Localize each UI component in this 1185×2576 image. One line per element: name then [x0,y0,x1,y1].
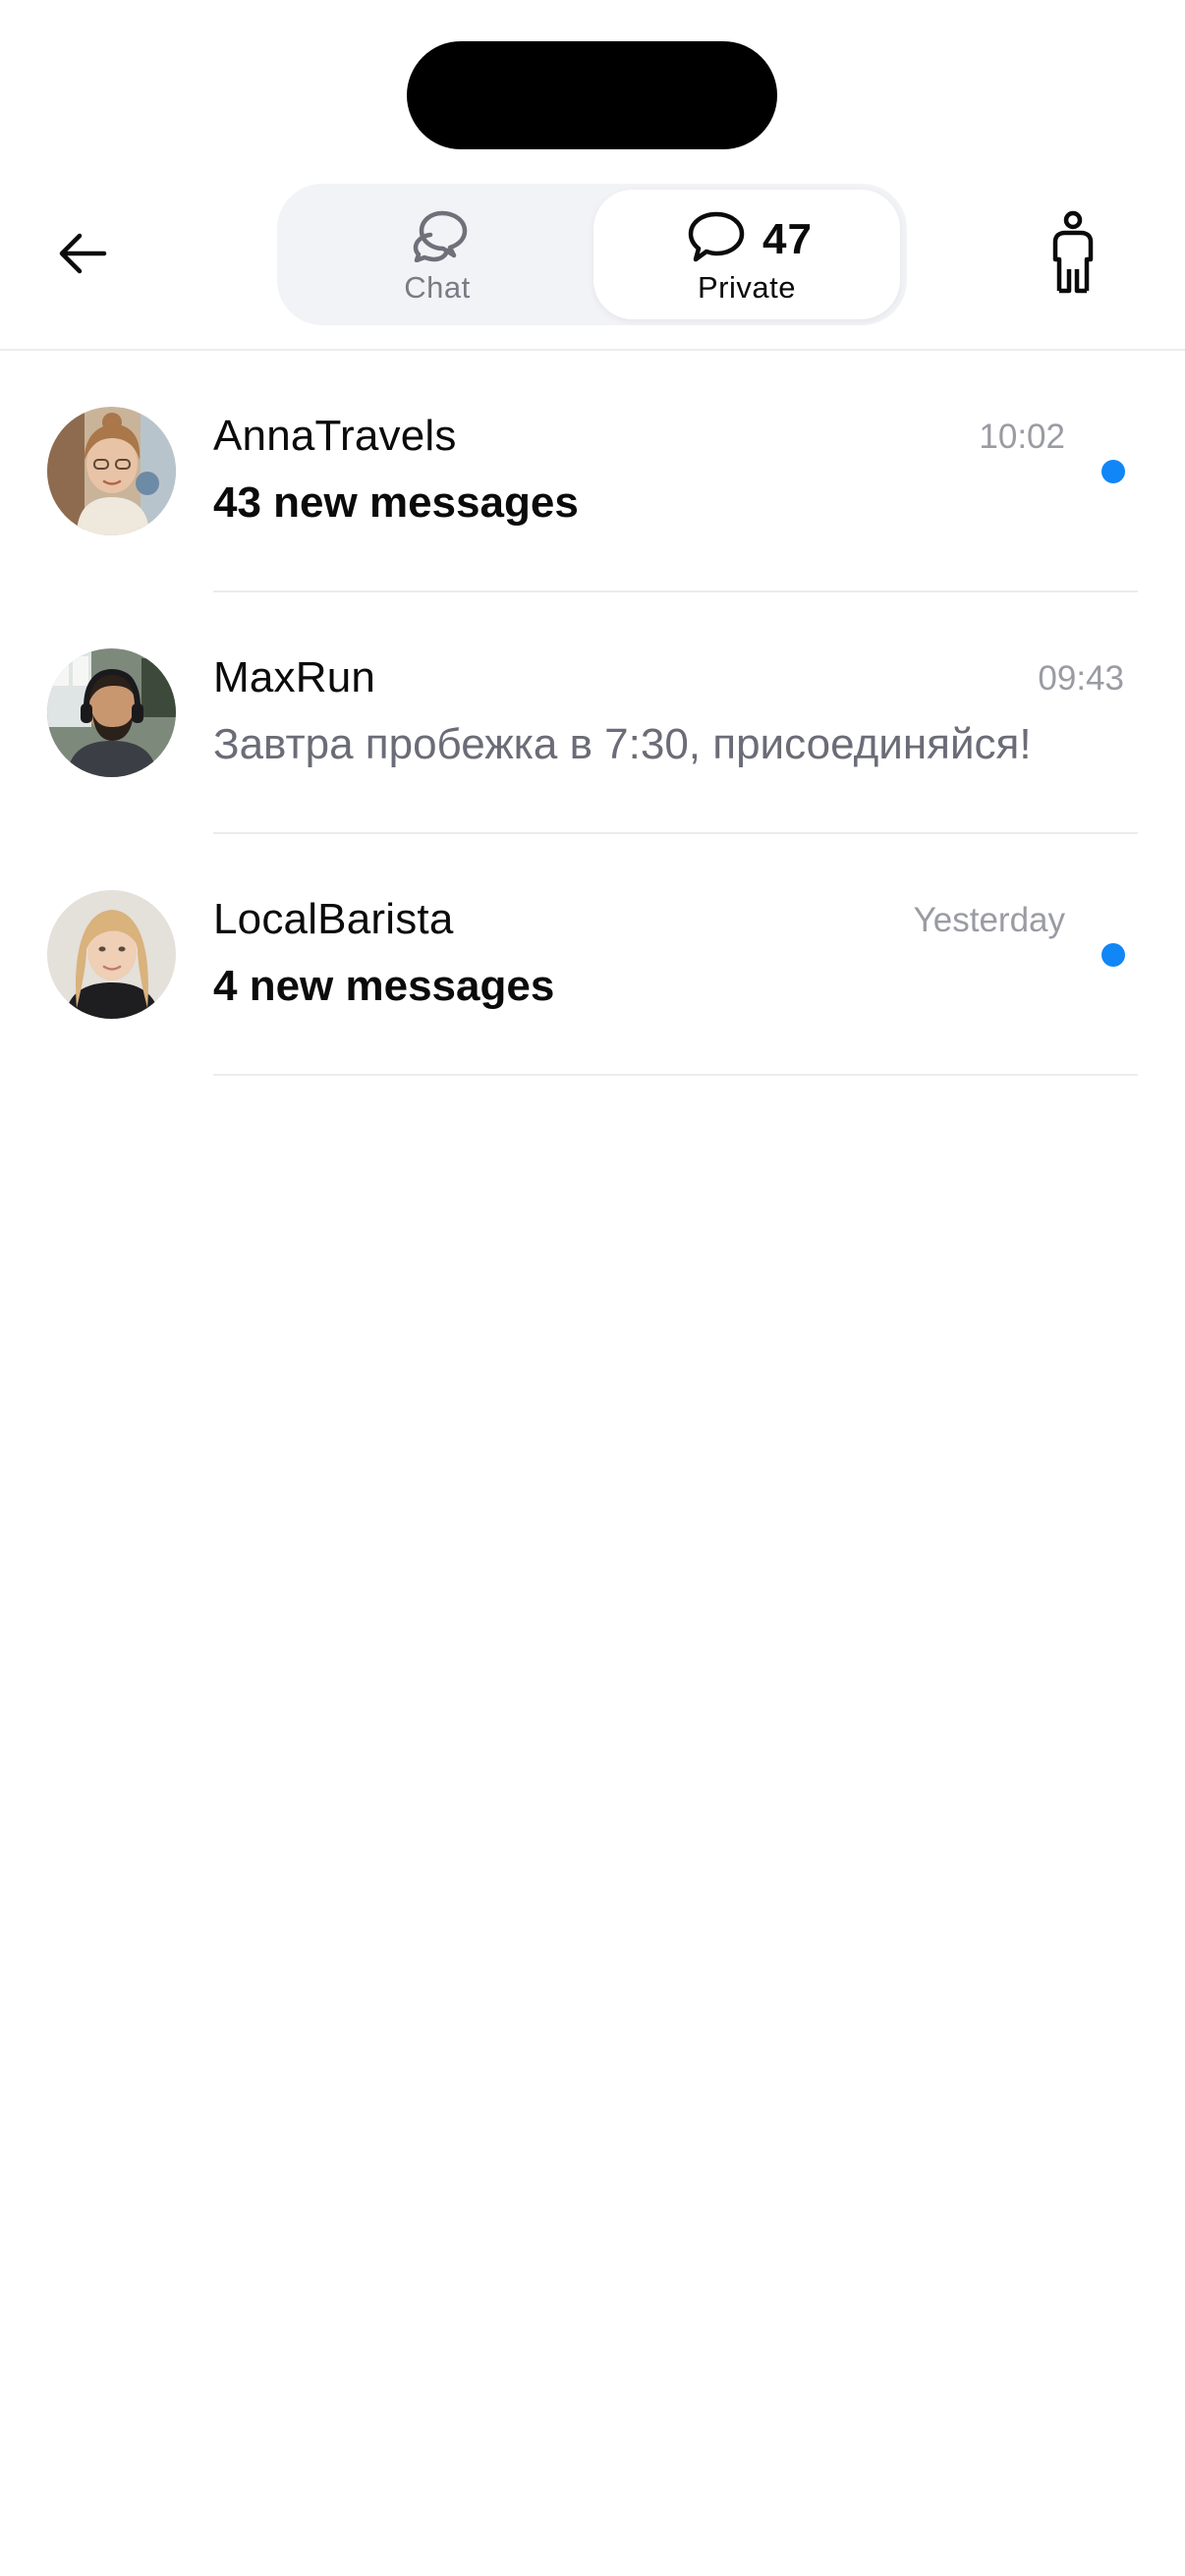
conversation-time: 10:02 [979,418,1065,456]
tab-private-label: Private [698,270,796,305]
conversation-time: Yesterday [913,901,1065,939]
conversation-name: LocalBarista [213,895,454,943]
chat-type-switcher: Chat 47 Private [277,184,907,325]
conversation-preview: 4 new messages [213,962,555,1010]
unread-indicator [1101,460,1125,483]
avatar [47,407,176,535]
profile-button[interactable] [1032,206,1114,305]
private-unread-count: 47 [762,215,813,263]
speech-bubble-icon [688,211,745,267]
conversation-list: AnnaTravels 10:02 43 new messages MaxRun… [0,351,1185,1076]
conversation-name: AnnaTravels [213,412,457,460]
conversation-row[interactable]: LocalBarista Yesterday 4 new messages [0,834,1185,1076]
tab-chat-label: Chat [404,270,471,305]
back-button[interactable] [39,211,128,300]
person-icon [1049,210,1097,302]
tab-chat[interactable]: Chat [285,190,590,319]
tab-private[interactable]: 47 Private [593,190,900,319]
conversation-row[interactable]: MaxRun 09:43 Завтра пробежка в 7:30, при… [0,592,1185,834]
top-bar: Chat 47 Private [0,0,1185,351]
unread-indicator [1101,943,1125,967]
chat-bubbles-icon [413,209,470,267]
avatar [47,890,176,1019]
avatar [47,648,176,777]
row-divider [213,1074,1138,1076]
conversation-time: 09:43 [1038,659,1124,698]
conversation-preview: 43 new messages [213,478,579,527]
conversation-name: MaxRun [213,653,376,701]
arrow-left-icon [53,223,114,289]
conversation-row[interactable]: AnnaTravels 10:02 43 new messages [0,351,1185,592]
conversation-preview: Завтра пробежка в 7:30, присоединяйся! [213,720,1032,768]
